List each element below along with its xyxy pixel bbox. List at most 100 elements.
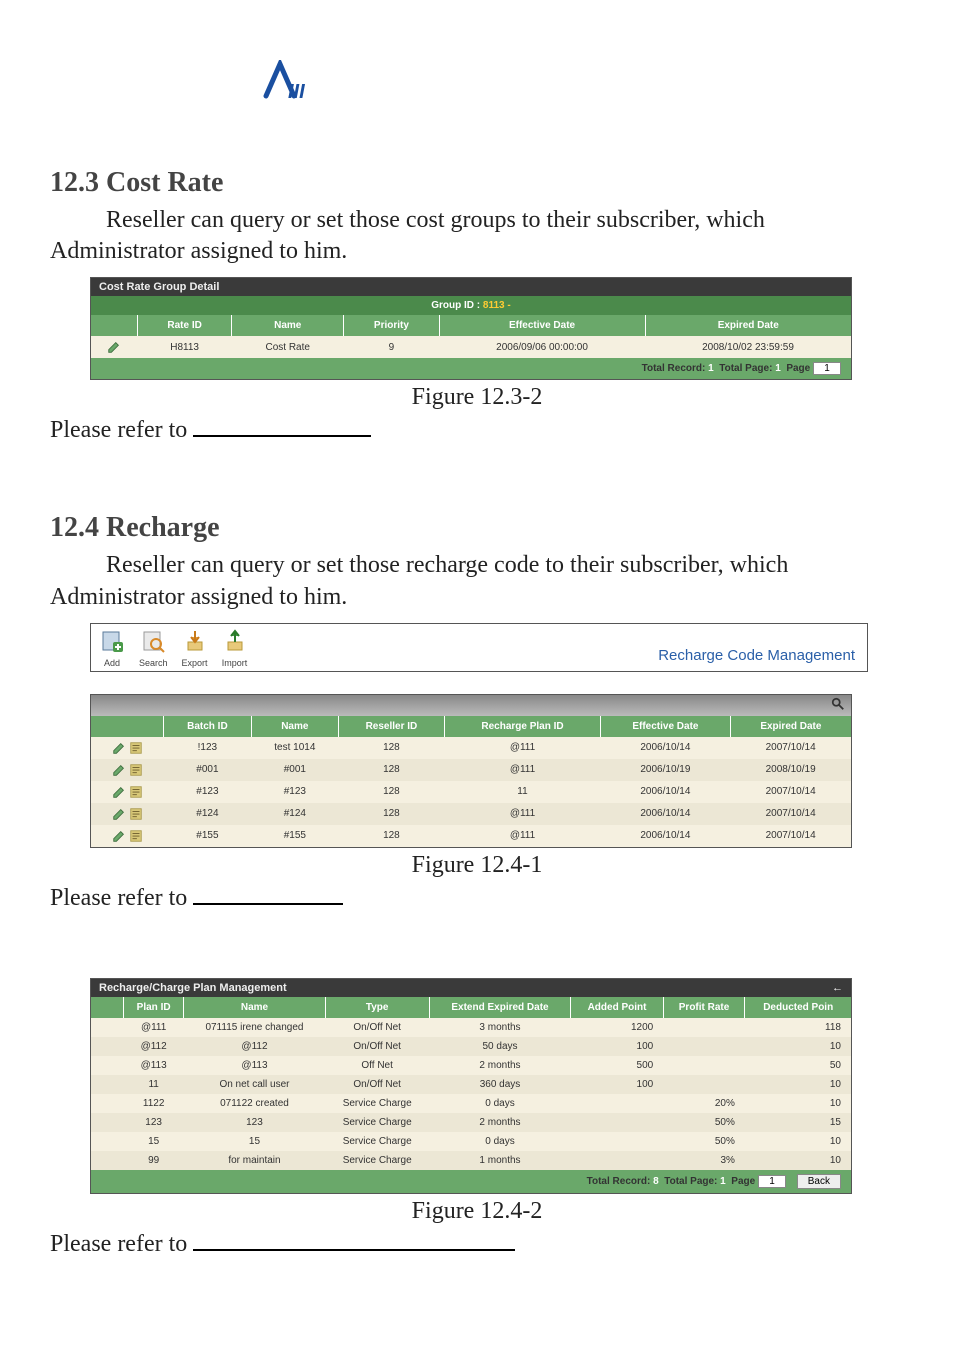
group-id-header: Group ID : 8113 -	[91, 296, 851, 315]
refer-link-2[interactable]	[193, 881, 343, 905]
recharge-code-table: Batch ID Name Reseller ID Recharge Plan …	[91, 716, 851, 847]
table-row: @112@112On/Off Net50 days10010	[91, 1037, 851, 1056]
cell-blank	[91, 1056, 124, 1075]
cell-name: #155	[251, 825, 338, 847]
cell-plan-id: 1122	[124, 1094, 184, 1113]
cell-type: On/Off Net	[325, 1075, 429, 1094]
figure-12-3-2-caption: Figure 12.3-2	[50, 384, 904, 411]
row-icons[interactable]	[91, 781, 164, 803]
plan-total-record-label: Total Record:	[587, 1176, 651, 1187]
plan-total-page-value: 1	[720, 1176, 726, 1187]
back-arrow-icon[interactable]: ←	[832, 982, 843, 994]
table-row: H8113 Cost Rate 9 2006/09/06 00:00:00 20…	[91, 336, 851, 358]
cell-ext: 2 months	[429, 1113, 571, 1132]
plan-screenshot: Recharge/Charge Plan Management ← Plan I…	[90, 978, 852, 1194]
cell-name: #124	[251, 803, 338, 825]
col-blank	[91, 716, 164, 737]
refer-link-1[interactable]	[193, 413, 371, 437]
cell-name: 071122 created	[184, 1094, 325, 1113]
row-icons[interactable]	[91, 737, 164, 759]
col-effective: Effective Date	[439, 315, 645, 336]
cell-profit	[663, 1056, 745, 1075]
cell-name: 15	[184, 1132, 325, 1151]
cell-reseller: 128	[338, 803, 444, 825]
edit-icon	[112, 741, 126, 755]
cell-plan: @111	[444, 825, 600, 847]
cell-ext: 360 days	[429, 1075, 571, 1094]
cost-rate-footer: Total Record: 1 Total Page: 1 Page	[91, 358, 851, 379]
cell-blank	[91, 1132, 124, 1151]
recharge-code-screenshot: Batch ID Name Reseller ID Recharge Plan …	[90, 694, 852, 848]
cost-rate-table: Rate ID Name Priority Effective Date Exp…	[91, 315, 851, 358]
col-deducted-point: Deducted Poin	[745, 997, 851, 1018]
recharge-toolbar: Add Search Export Import Recharge Code M…	[90, 623, 868, 672]
col-name: Name	[184, 997, 325, 1018]
cell-type: On/Off Net	[325, 1037, 429, 1056]
toolbar-import[interactable]: Import	[222, 628, 248, 668]
table-row: #123#123128112006/10/142007/10/14	[91, 781, 851, 803]
cell-name: #123	[251, 781, 338, 803]
refer-link-3[interactable]	[193, 1227, 515, 1251]
col-expired-date: Expired Date	[730, 716, 851, 737]
col-rate-id: Rate ID	[138, 315, 232, 336]
cell-deduct: 10	[745, 1094, 851, 1113]
cell-profit	[663, 1037, 745, 1056]
cell-exp: 2007/10/14	[730, 825, 851, 847]
col-extend-expired: Extend Expired Date	[429, 997, 571, 1018]
search-corner-icon[interactable]	[831, 697, 845, 711]
cell-name: @113	[184, 1056, 325, 1075]
detail-icon	[129, 807, 143, 821]
heading-12-4: 12.4 Recharge	[50, 512, 904, 544]
col-blank	[91, 315, 138, 336]
cell-effective: 2006/09/06 00:00:00	[439, 336, 645, 358]
back-button[interactable]: Back	[797, 1174, 841, 1189]
plan-titlebar-text: Recharge/Charge Plan Management	[99, 982, 287, 994]
cell-plan: 11	[444, 781, 600, 803]
cell-profit: 50%	[663, 1132, 745, 1151]
col-recharge-plan-id: Recharge Plan ID	[444, 716, 600, 737]
cell-rate-id: H8113	[138, 336, 232, 358]
table-row: !123test 1014128@1112006/10/142007/10/14	[91, 737, 851, 759]
search-icon	[140, 628, 166, 654]
toolbar-add[interactable]: Add	[99, 628, 125, 668]
cell-blank	[91, 1113, 124, 1132]
page-label: Page	[786, 363, 810, 374]
page-input[interactable]	[813, 362, 841, 375]
cell-eff: 2006/10/14	[601, 803, 731, 825]
cell-blank	[91, 1094, 124, 1113]
col-added-point: Added Point	[571, 997, 663, 1018]
edit-cell[interactable]	[91, 336, 138, 358]
edit-icon	[107, 340, 121, 354]
refer-text-1: Please refer to	[50, 417, 193, 443]
row-icons[interactable]	[91, 803, 164, 825]
cost-rate-screenshot: Cost Rate Group Detail Group ID : 8113 -…	[90, 277, 852, 380]
plan-page-input[interactable]	[758, 1175, 786, 1188]
table-row: 11On net call userOn/Off Net360 days1001…	[91, 1075, 851, 1094]
table-row: 99for maintainService Charge1 months3%10	[91, 1151, 851, 1170]
paragraph-12-3: Reseller can query or set those cost gro…	[50, 205, 904, 267]
row-icons[interactable]	[91, 759, 164, 781]
cell-deduct: 10	[745, 1037, 851, 1056]
cell-plan: @111	[444, 737, 600, 759]
refer-text-3: Please refer to	[50, 1231, 193, 1257]
figure-12-4-2-caption: Figure 12.4-2	[50, 1198, 904, 1225]
toolbar-search[interactable]: Search	[139, 628, 168, 668]
paragraph-12-4: Reseller can query or set those recharge…	[50, 550, 904, 612]
cell-blank	[91, 1075, 124, 1094]
cell-deduct: 10	[745, 1151, 851, 1170]
cell-profit: 3%	[663, 1151, 745, 1170]
recharge-title: Recharge Code Management	[658, 647, 859, 668]
cell-ext: 3 months	[429, 1018, 571, 1037]
toolbar-export[interactable]: Export	[182, 628, 208, 668]
cell-name: @112	[184, 1037, 325, 1056]
cell-eff: 2006/10/14	[601, 737, 731, 759]
row-icons[interactable]	[91, 825, 164, 847]
total-record-value: 1	[708, 363, 714, 374]
cell-added: 100	[571, 1037, 663, 1056]
cell-batch: #123	[164, 781, 252, 803]
cell-type: Service Charge	[325, 1151, 429, 1170]
cell-deduct: 118	[745, 1018, 851, 1037]
cell-deduct: 10	[745, 1075, 851, 1094]
cell-deduct: 10	[745, 1132, 851, 1151]
table-row: 1122071122 createdService Charge0 days20…	[91, 1094, 851, 1113]
